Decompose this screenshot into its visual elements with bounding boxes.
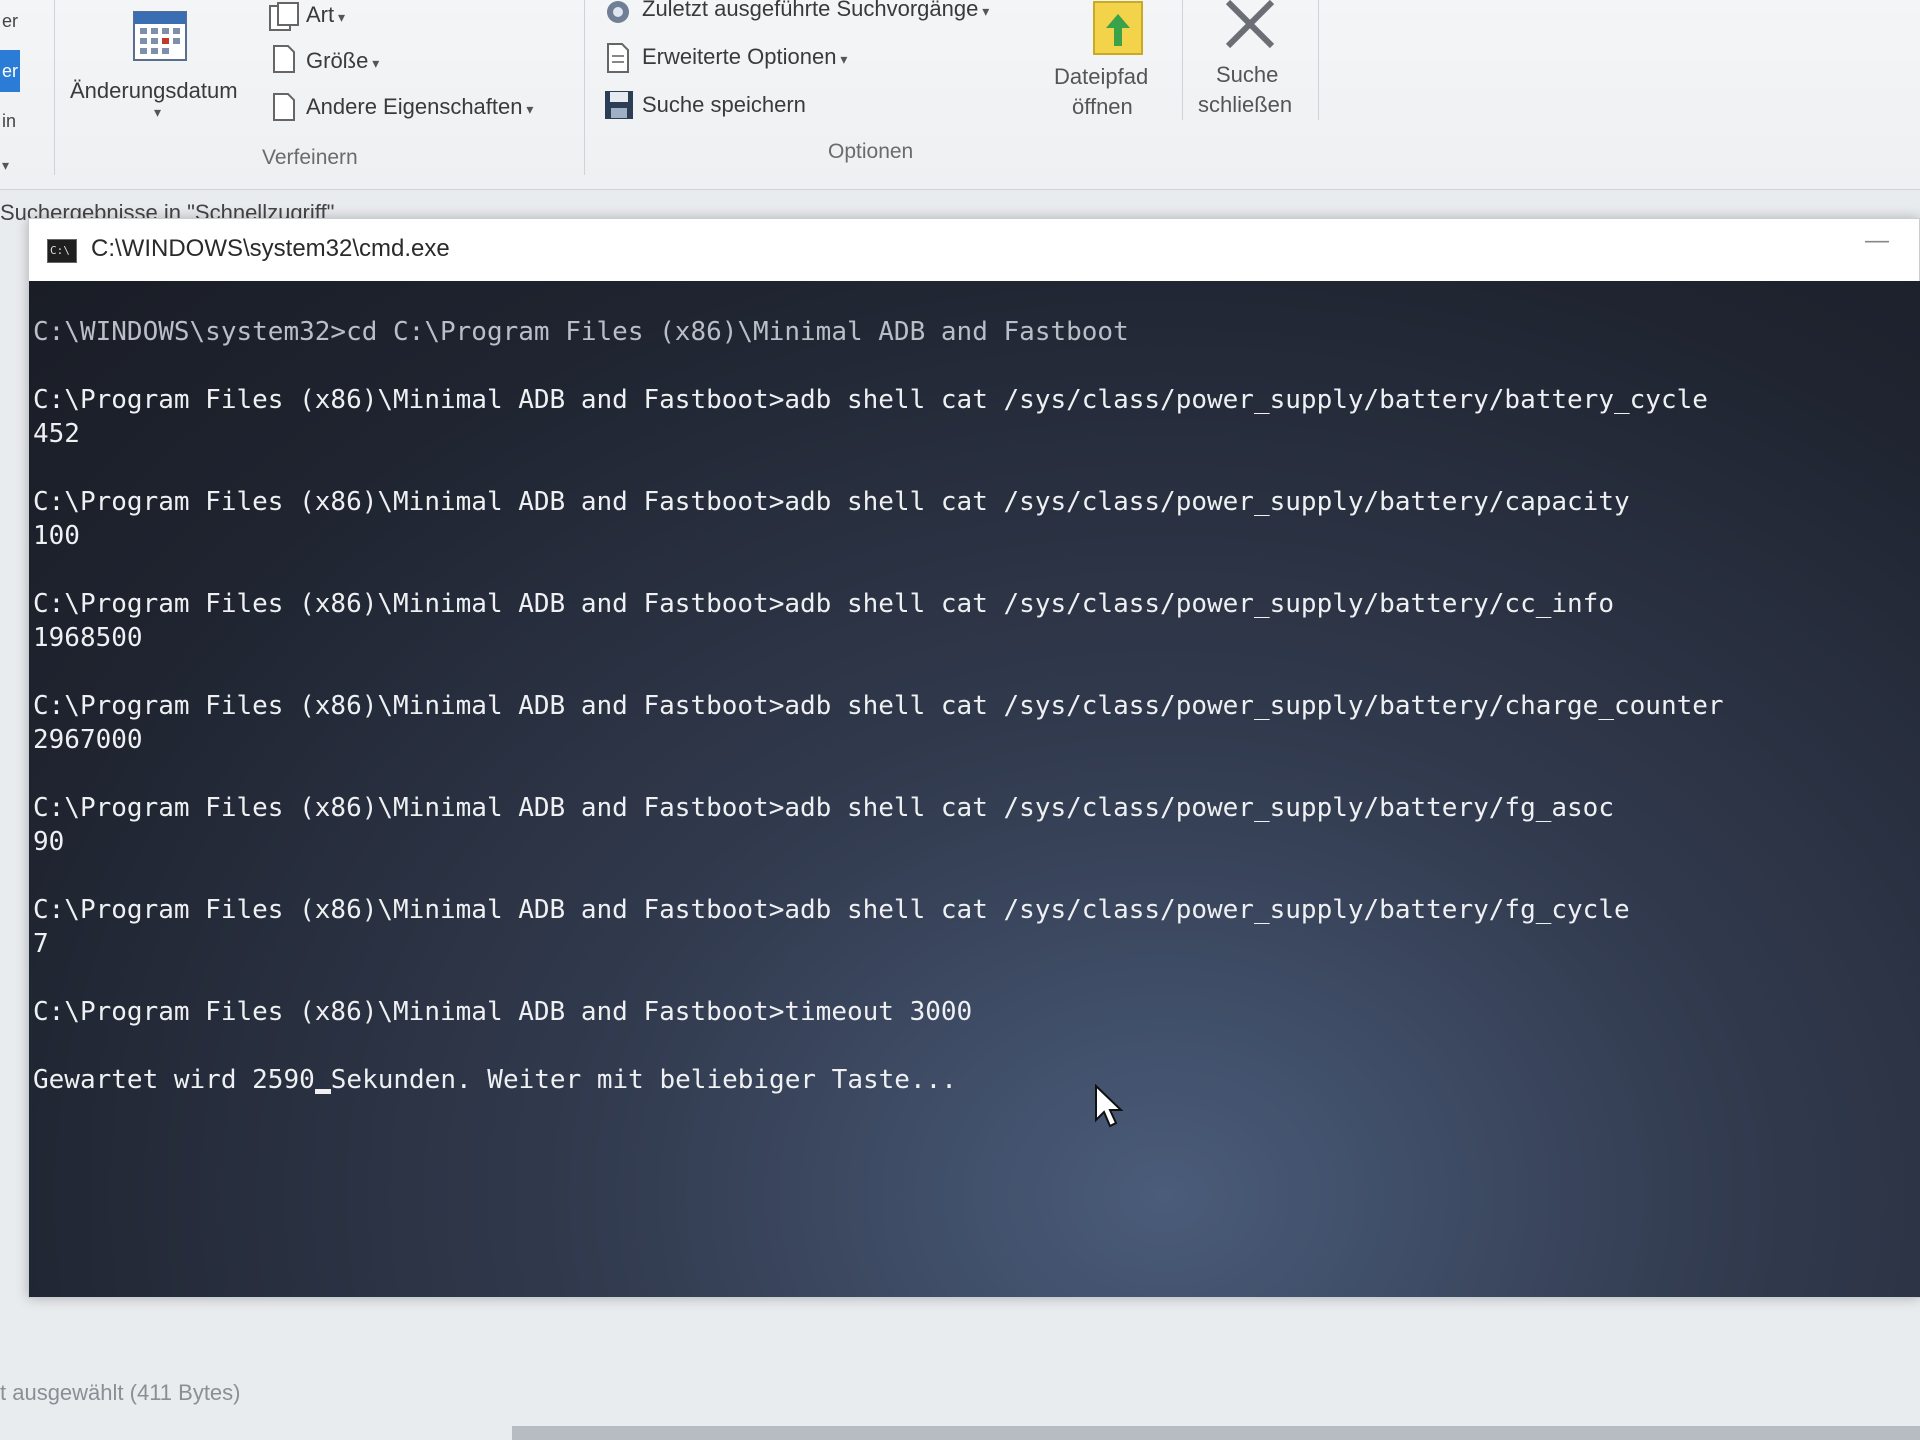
console-line: 2967000 — [33, 725, 143, 755]
ribbon-separator — [1182, 0, 1183, 120]
console-line: C:\Program Files (x86)\Minimal ADB and F… — [33, 793, 1614, 823]
console-line: 452 — [33, 419, 80, 449]
ribbon-separator — [584, 0, 585, 175]
cmd-window[interactable]: C:\ C:\WINDOWS\system32\cmd.exe — C:\WIN… — [28, 218, 1920, 1298]
advanced-options-icon — [607, 43, 629, 73]
console-line: 7 — [33, 929, 49, 959]
file-size-icon — [273, 45, 295, 73]
save-search-label: Suche speichern — [642, 92, 806, 117]
open-file-path-label-1: Dateipfad — [1054, 64, 1149, 89]
open-file-path-label-2: öffnen — [1072, 94, 1133, 119]
ribbon-left-cutoff-selected[interactable]: er — [0, 50, 20, 92]
modified-date-label: Änderungsdatum — [70, 78, 238, 103]
recent-searches-label: Zuletzt ausgeführte Suchvorgänge — [642, 0, 989, 22]
console-line: C:\Program Files (x86)\Minimal ADB and F… — [33, 895, 1630, 925]
console-wait-line: Gewartet wird 2590 Sekunden. Weiter mit b… — [33, 1063, 1920, 1097]
close-x-icon — [1225, 0, 1275, 49]
console-line: 90 — [33, 827, 65, 857]
ribbon-separator — [54, 0, 55, 175]
calendar-icon — [133, 11, 187, 61]
console-line: 1968500 — [33, 623, 143, 653]
taskbar-edge — [512, 1426, 1920, 1440]
close-search-label-1: Suche — [1216, 62, 1279, 87]
console-line: 100 — [33, 521, 80, 551]
art-label: Art — [306, 2, 345, 28]
ribbon-left-cutoff-bottom[interactable]: in — [0, 100, 20, 142]
console-wait-text: Gewartet wird 2590 — [33, 1065, 315, 1095]
console-line: C:\Program Files (x86)\Minimal ADB and F… — [33, 691, 1724, 721]
chevron-down-icon: ▾ — [154, 104, 162, 120]
text-cursor — [314, 1089, 331, 1094]
console-line: C:\Program Files (x86)\Minimal ADB and F… — [33, 385, 1708, 415]
properties-icon — [273, 93, 295, 121]
status-selection-info: t ausgewählt (411 Bytes) — [0, 1380, 241, 1405]
mouse-pointer-icon — [1095, 1084, 1124, 1128]
andere-eigenschaften-label: Andere Eigenschaften — [306, 94, 533, 120]
folder-arrow-icon — [1093, 1, 1143, 55]
cmd-console-icon: C:\ — [47, 239, 77, 263]
recent-searches-icon — [607, 1, 629, 23]
advanced-options-label: Erweiterte Optionen — [642, 44, 847, 70]
group-label-optionen: Optionen — [828, 140, 914, 163]
console-output[interactable]: C:\WINDOWS\system32>cd C:\Program Files … — [29, 281, 1920, 1297]
cmd-titlebar[interactable]: C:\ C:\WINDOWS\system32\cmd.exe — — [29, 219, 1919, 281]
save-disk-icon — [605, 91, 633, 119]
cmd-window-title: C:\WINDOWS\system32\cmd.exe — [91, 235, 450, 262]
console-line: C:\Program Files (x86)\Minimal ADB and F… — [33, 487, 1630, 517]
close-search-label-2: schließen — [1198, 92, 1293, 117]
explorer-ribbon: er er in Änderungsdatum ▾ Art Größe — [0, 0, 1920, 190]
group-label-verfeinern: Verfeinern — [262, 146, 358, 169]
console-line: C:\Program Files (x86)\Minimal ADB and F… — [33, 589, 1614, 619]
file-type-icon — [269, 2, 299, 31]
groesse-label: Größe — [306, 48, 379, 74]
minimize-icon[interactable]: — — [1865, 227, 1889, 255]
ribbon-separator — [1318, 0, 1319, 120]
console-line: C:\WINDOWS\system32>cd C:\Program Files … — [33, 317, 1129, 347]
console-wait-text-rest: Sekunden. Weiter mit beliebiger Taste... — [330, 1065, 957, 1095]
ribbon-left-cutoff-top: er — [2, 11, 19, 31]
console-line: C:\Program Files (x86)\Minimal ADB and F… — [33, 997, 973, 1027]
